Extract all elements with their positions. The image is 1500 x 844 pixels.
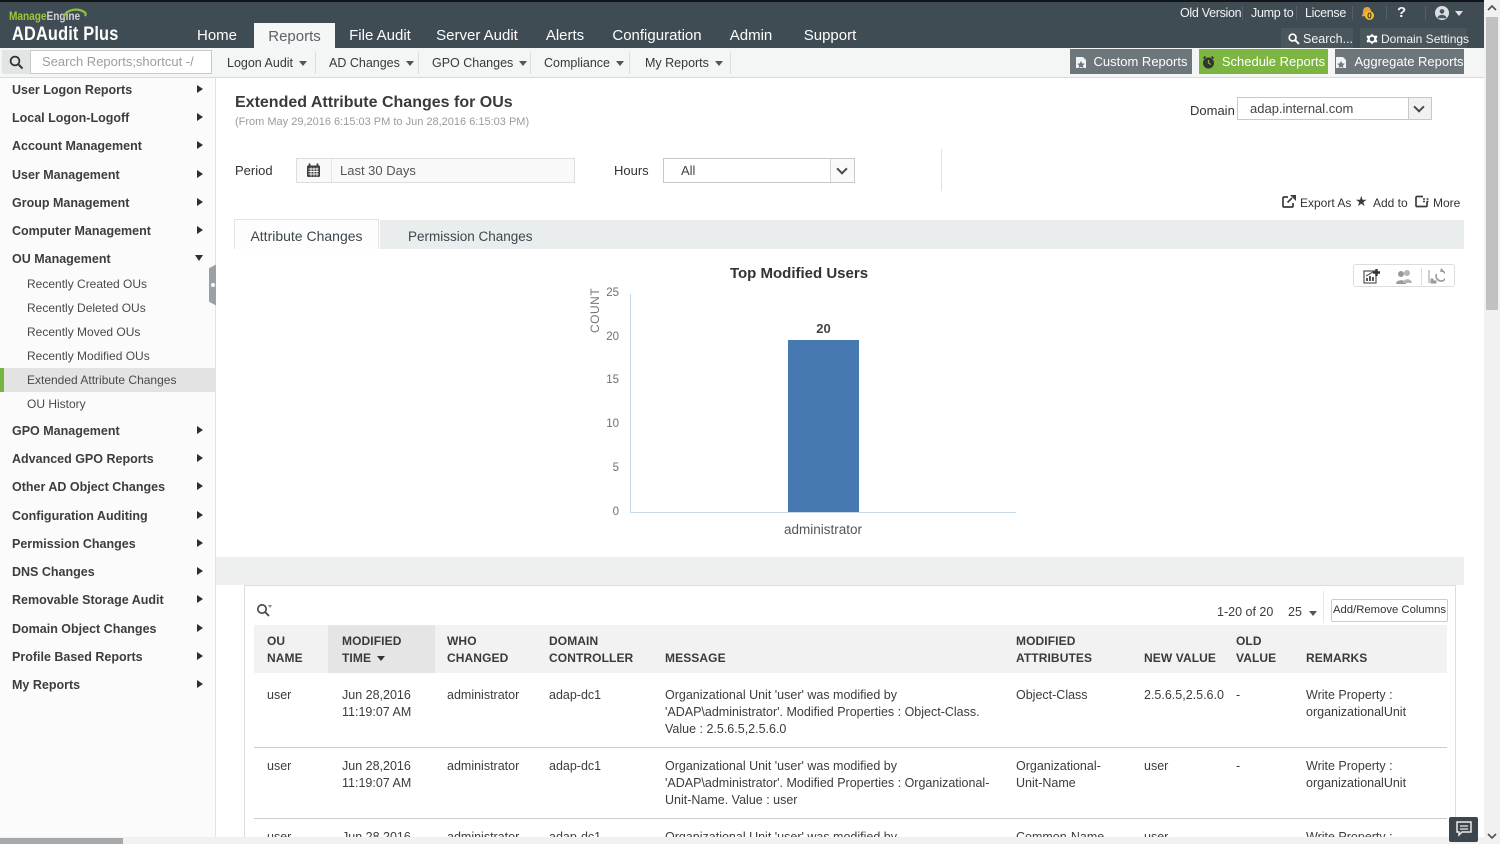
svg-text:0: 0 (1367, 11, 1372, 21)
